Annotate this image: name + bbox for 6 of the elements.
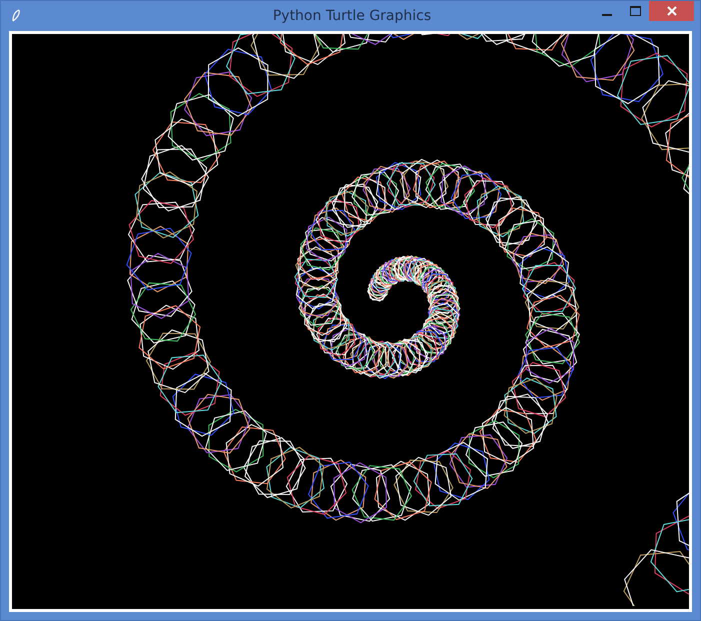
maximize-icon: [630, 6, 640, 16]
feather-icon: [11, 9, 21, 23]
close-icon: [666, 6, 676, 16]
minimize-icon: [602, 14, 612, 16]
close-button[interactable]: [649, 1, 694, 21]
window-title: Python Turtle Graphics: [272, 7, 432, 26]
